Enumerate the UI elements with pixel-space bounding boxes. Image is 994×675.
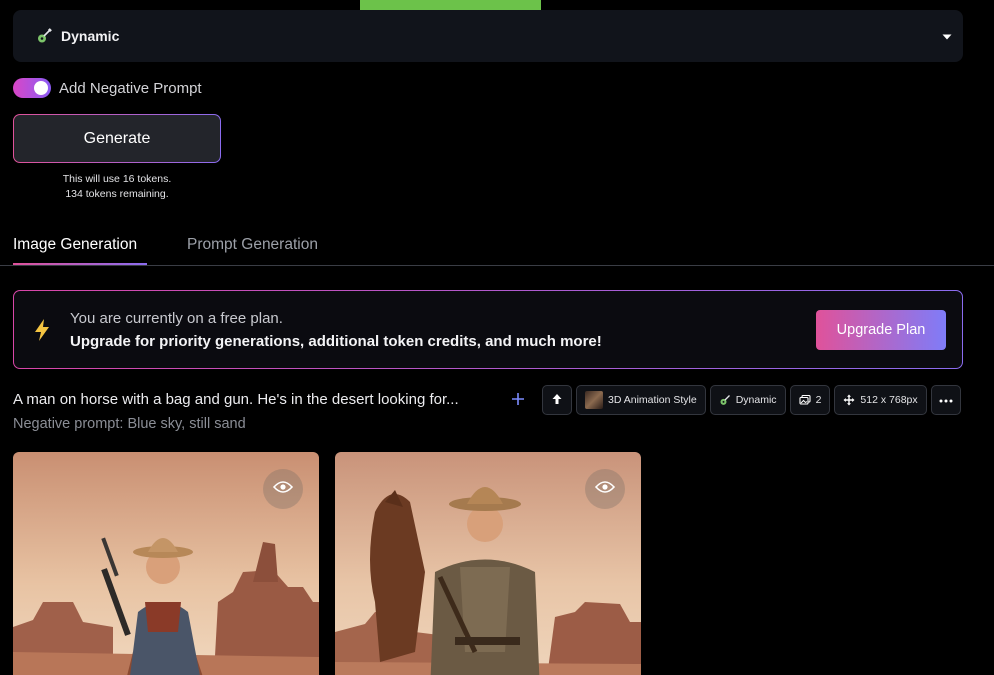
style-chip-label: 3D Animation Style [608, 394, 697, 406]
token-info: This will use 16 tokens. 134 tokens rema… [13, 172, 221, 202]
generate-button[interactable]: Generate [13, 114, 221, 163]
prompt-text: A man on horse with a bag and gun. He's … [13, 391, 459, 408]
negative-prompt-toggle-row: Add Negative Prompt [13, 78, 202, 98]
token-usage: This will use 16 tokens. [62, 173, 172, 185]
eye-icon [272, 480, 294, 499]
image-count-label: 2 [815, 394, 822, 406]
tab-image-generation[interactable]: Image Generation [13, 236, 137, 254]
mode-chip[interactable]: Dynamic [709, 385, 786, 415]
more-dots-icon [939, 394, 953, 406]
banner-upgrade-text: Upgrade for priority generations, additi… [70, 333, 602, 350]
eye-icon [594, 480, 616, 499]
lightning-icon [32, 318, 52, 342]
more-options-button[interactable] [930, 385, 961, 415]
token-remaining: 134 tokens remaining. [65, 188, 169, 200]
move-arrows-icon [843, 394, 855, 406]
generated-image-2[interactable] [335, 452, 641, 675]
view-image-1-button[interactable] [263, 469, 303, 509]
tab-prompt-generation[interactable]: Prompt Generation [187, 236, 318, 254]
size-chip[interactable]: 512 x 768px [834, 385, 927, 415]
negative-prompt-toggle[interactable] [13, 78, 51, 98]
upgrade-banner: You are currently on a free plan. Upgrad… [13, 290, 963, 369]
negative-prompt-label: Add Negative Prompt [59, 79, 202, 97]
chevron-down-icon[interactable] [941, 30, 953, 42]
guitar-icon [719, 394, 731, 406]
upload-button[interactable] [542, 385, 572, 415]
banner-plan-text: You are currently on a free plan. [70, 310, 283, 327]
generation-settings-chips: 3D Animation Style Dynamic 2 512 x 768px [542, 385, 961, 415]
view-image-2-button[interactable] [585, 469, 625, 509]
style-select[interactable]: Dynamic [13, 10, 963, 62]
mode-chip-label: Dynamic [735, 394, 777, 406]
toggle-knob [34, 81, 48, 95]
size-chip-label: 512 x 768px [860, 394, 918, 406]
style-chip[interactable]: 3D Animation Style [576, 385, 706, 415]
upgrade-plan-button[interactable]: Upgrade Plan [816, 310, 946, 350]
active-tab-underline [13, 263, 147, 265]
images-icon [799, 394, 811, 406]
image-count-chip[interactable]: 2 [789, 385, 831, 415]
plus-icon[interactable] [510, 391, 526, 407]
guitar-icon [35, 27, 53, 45]
style-thumbnail-icon [585, 391, 603, 409]
generated-image-1[interactable] [13, 452, 319, 675]
negative-prompt-text: Negative prompt: Blue sky, still sand [13, 416, 246, 432]
arrow-up-icon [551, 393, 563, 408]
style-select-value: Dynamic [61, 28, 120, 44]
generation-tabs: Image Generation Prompt Generation [0, 228, 994, 266]
